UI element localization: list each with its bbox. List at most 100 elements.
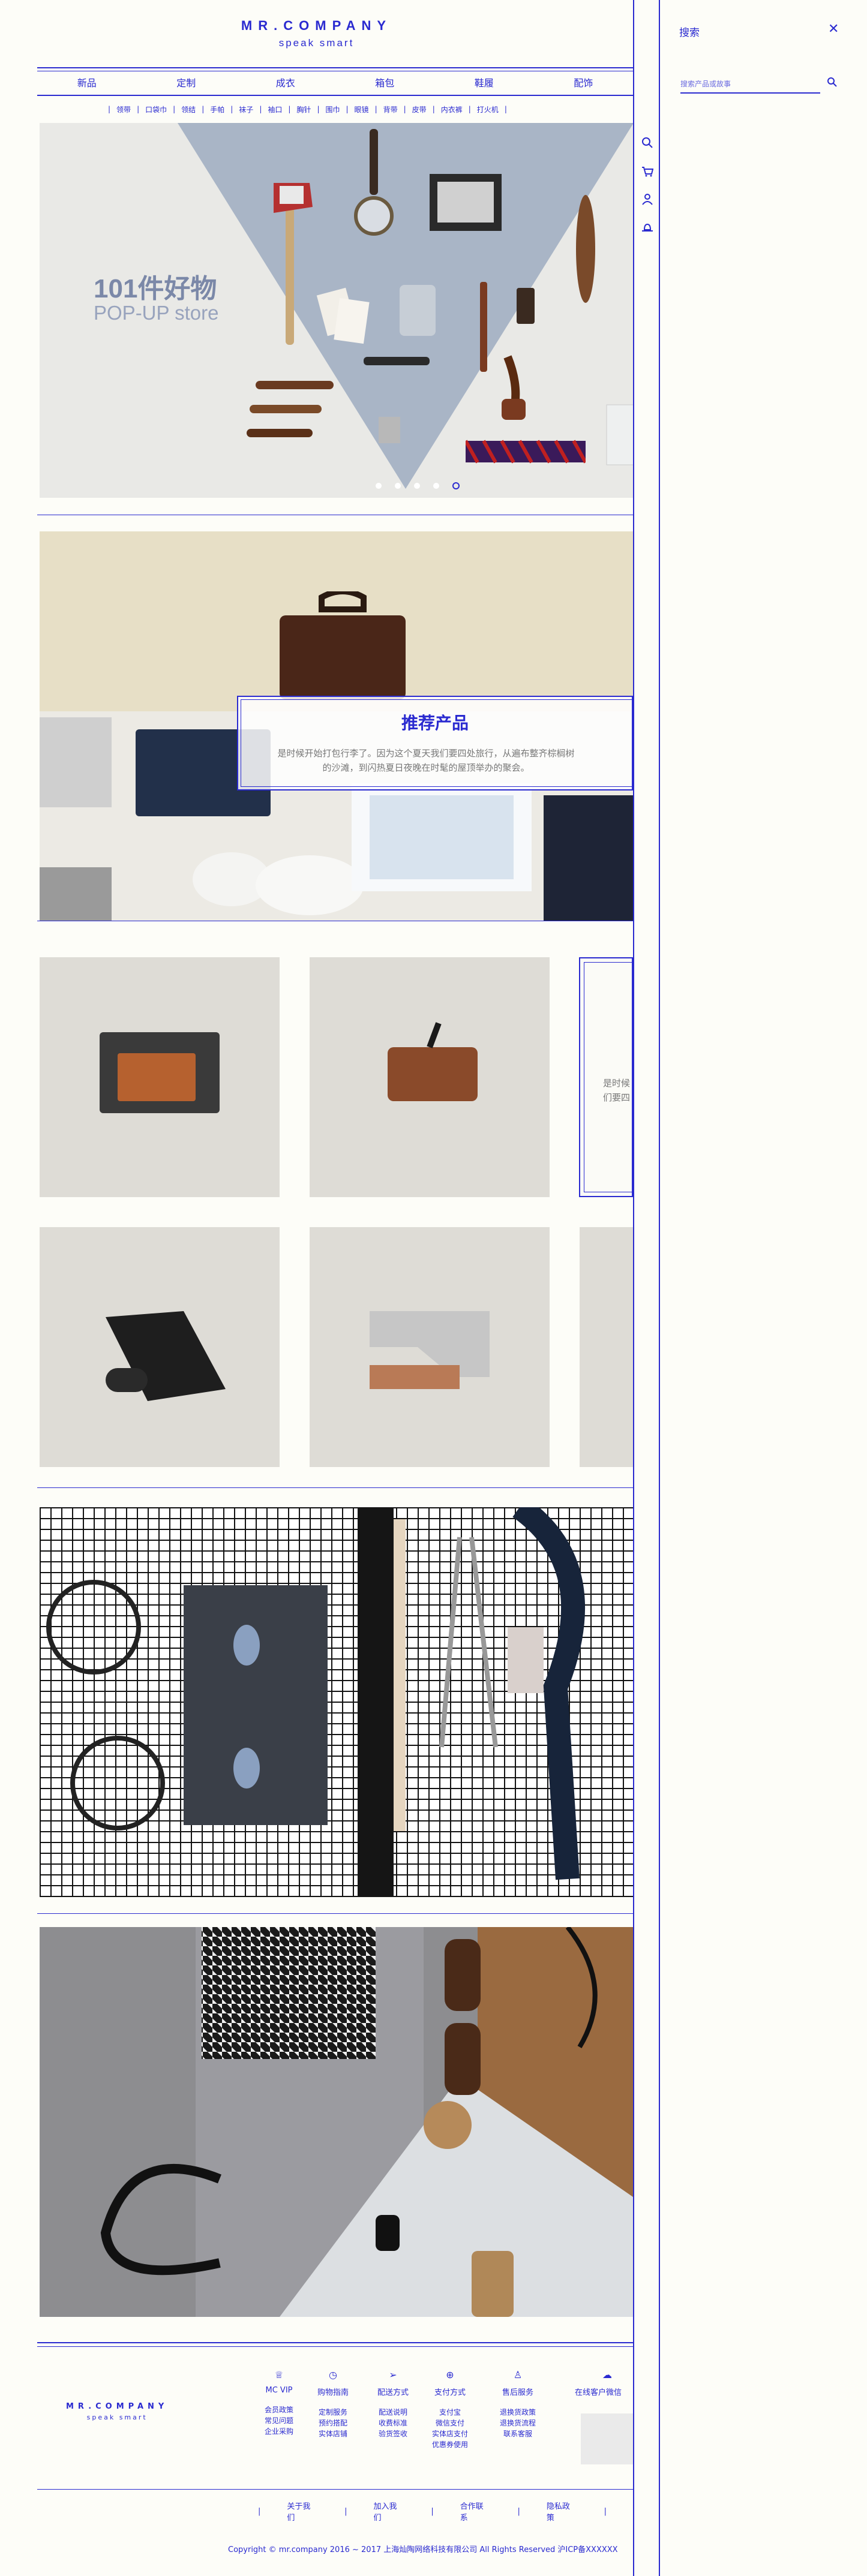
sub-nav-item[interactable]: 袜子 <box>239 104 253 115</box>
main-nav: 新品 定制 成衣 箱包 鞋履 配饰 <box>37 74 633 92</box>
sub-nav-item[interactable]: 胸针 <box>296 104 311 115</box>
footer-link[interactable]: 企业采购 <box>252 2426 306 2437</box>
wallet-image <box>388 1022 478 1101</box>
brand-slogan: speak smart <box>278 37 355 49</box>
search-input[interactable] <box>680 76 820 94</box>
wechat-icon: ☁ <box>602 2369 612 2380</box>
sub-nav-item[interactable]: 内衣裤 <box>441 104 463 115</box>
footer-link[interactable]: 退换货政策 <box>491 2407 545 2418</box>
sub-nav-separator: | <box>259 105 262 113</box>
footer-link-about[interactable]: 关于我们 <box>287 2500 318 2523</box>
footer-link[interactable]: 联系客服 <box>491 2428 545 2439</box>
footer-link[interactable]: 实体店支付 <box>423 2428 477 2439</box>
sub-nav-separator: | <box>108 105 111 113</box>
sub-nav-separator: | <box>317 105 320 113</box>
carousel-dot-4[interactable] <box>433 483 439 489</box>
sub-nav-item[interactable]: 围巾 <box>325 104 340 115</box>
nav-item-accessories[interactable]: 配饰 <box>534 74 634 92</box>
footer-link[interactable]: 定制服务 <box>306 2407 360 2418</box>
footer-column-title[interactable]: 购物指南 <box>306 2386 360 2397</box>
sub-nav-item[interactable]: 打火机 <box>477 104 499 115</box>
carousel-indicators <box>376 482 460 489</box>
footer-links-divider <box>37 2489 633 2490</box>
footer-link[interactable]: 支付宝 <box>423 2407 477 2418</box>
lighter-image <box>379 417 400 443</box>
carousel-dot-3[interactable] <box>414 483 420 489</box>
footer-link-separator: | <box>344 2506 347 2516</box>
footer-column-title[interactable]: MC VIP <box>252 2386 306 2395</box>
header-divider <box>37 67 633 68</box>
footer-column-vip: ♕ MC VIP 会员政策 常见问题 企业采购 <box>252 2369 306 2437</box>
footer-logo[interactable]: MR.COMPANY speak smart <box>66 2402 168 2421</box>
recommend-text: 是时候开始打包行李了。因为这个夏天我们要四处旅行，从遍布整齐棕榈树的沙滩，到闪热… <box>277 748 575 773</box>
hero-title: 101件好物 <box>94 274 217 303</box>
footer-link[interactable]: 退换货流程 <box>491 2418 545 2428</box>
product-card-wallet[interactable] <box>310 957 550 1197</box>
footer-column-title[interactable]: 配送方式 <box>366 2386 420 2397</box>
footer-column-title[interactable]: 售后服务 <box>491 2386 545 2397</box>
sub-nav-item[interactable]: 眼镜 <box>355 104 369 115</box>
nav-item-custom[interactable]: 定制 <box>137 74 236 92</box>
footer-link[interactable]: 验货签收 <box>366 2428 420 2439</box>
footer-link[interactable]: 预约搭配 <box>306 2418 360 2428</box>
footer-link[interactable]: 会员政策 <box>252 2404 306 2415</box>
sub-nav-item[interactable]: 领结 <box>181 104 196 115</box>
footer-link[interactable]: 收费标准 <box>366 2418 420 2428</box>
close-icon[interactable]: ✕ <box>828 22 839 37</box>
footer-column-title[interactable]: 支付方式 <box>423 2386 477 2397</box>
service-icon: ♙ <box>513 2369 523 2380</box>
tin-image <box>400 285 436 336</box>
wechat-qr-code <box>581 2413 633 2464</box>
user-icon[interactable] <box>641 193 653 208</box>
product-card-tablet-stand[interactable] <box>40 1227 280 1467</box>
hat-icon[interactable] <box>641 222 653 237</box>
footer-link-separator: | <box>431 2506 434 2516</box>
footer-link-join[interactable]: 加入我们 <box>374 2500 405 2523</box>
cart-icon[interactable] <box>641 166 654 181</box>
sub-nav-item[interactable]: 皮带 <box>412 104 427 115</box>
recommend-card[interactable]: 推荐产品 是时候开始打包行李了。因为这个夏天我们要四处旅行，从遍布整齐棕榈树的沙… <box>237 696 633 790</box>
side-rail <box>633 0 660 2576</box>
nav-item-apparel[interactable]: 成衣 <box>236 74 335 92</box>
product-card-stand[interactable] <box>310 1227 550 1467</box>
footer-column-payment: ⊕ 支付方式 支付宝 微信支付 实体店支付 优惠券使用 <box>423 2369 477 2450</box>
sub-nav-item[interactable]: 手帕 <box>210 104 224 115</box>
nav-item-new[interactable]: 新品 <box>37 74 137 92</box>
carousel-dot-2[interactable] <box>395 483 401 489</box>
sub-nav-item[interactable]: 领带 <box>116 104 131 115</box>
footer-link-separator: | <box>604 2506 607 2516</box>
footer-divider-thin <box>37 2346 633 2347</box>
footer-link[interactable]: 实体店铺 <box>306 2428 360 2439</box>
product-card-partial-2[interactable] <box>580 1227 633 1467</box>
footer-column-title[interactable]: 在线客户微信 <box>575 2386 633 2397</box>
sneakers-image <box>193 852 364 915</box>
footer-column-guide: ◷ 购物指南 定制服务 预约搭配 实体店铺 <box>306 2369 360 2439</box>
footer-link[interactable]: 微信支付 <box>423 2418 477 2428</box>
footer-link[interactable]: 优惠券使用 <box>423 2439 477 2450</box>
sub-nav-item[interactable]: 口袋巾 <box>145 104 167 115</box>
footer-link[interactable]: 配送说明 <box>366 2407 420 2418</box>
hero-carousel[interactable]: 101件好物 POP-UP store <box>40 123 633 498</box>
tray-image <box>430 174 502 231</box>
sub-nav-item[interactable]: 袖口 <box>268 104 282 115</box>
site-logo[interactable]: MR.COMPANY speak smart <box>0 18 633 49</box>
footer-link-cooperation[interactable]: 合作联系 <box>460 2500 491 2523</box>
sub-nav-item[interactable]: 背带 <box>383 104 398 115</box>
recommend-title: 推荐产品 <box>401 713 469 733</box>
footer-link-privacy[interactable]: 隐私政策 <box>547 2500 578 2523</box>
magnifier-image <box>354 129 394 236</box>
carousel-dot-1[interactable] <box>376 483 382 489</box>
search-icon[interactable] <box>641 137 653 152</box>
footer-link[interactable]: 常见问题 <box>252 2415 306 2426</box>
nav-item-bags[interactable]: 箱包 <box>335 74 435 92</box>
product-card-partial[interactable]: 是时候 们要四 <box>579 957 633 1197</box>
carousel-dot-5-active[interactable] <box>452 482 460 489</box>
accessories-photo[interactable] <box>40 1927 633 2317</box>
sub-nav-separator: | <box>230 105 233 113</box>
product-card-pouch[interactable] <box>40 957 280 1197</box>
footer-divider <box>37 2342 633 2343</box>
stationery-photo[interactable] <box>40 1507 633 1897</box>
nav-item-shoes[interactable]: 鞋履 <box>434 74 534 92</box>
blazer-image <box>544 795 633 921</box>
search-submit-icon[interactable] <box>827 77 838 90</box>
